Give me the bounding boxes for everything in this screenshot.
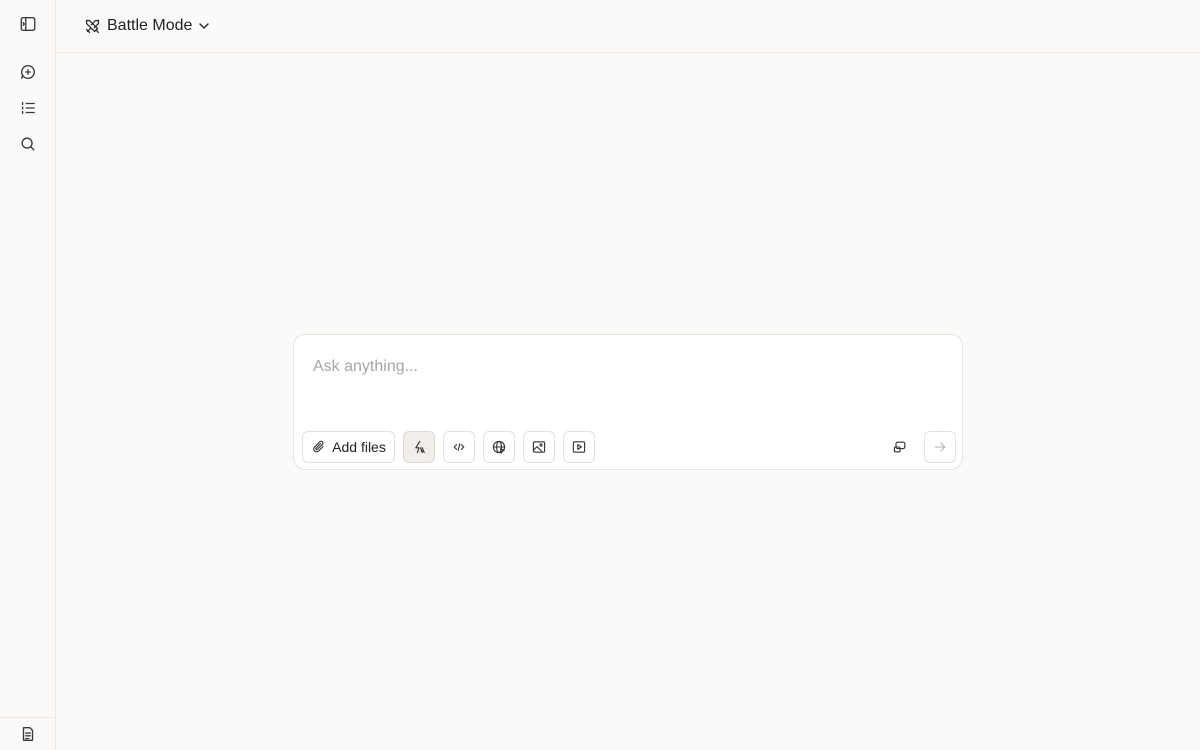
top-header: Battle Mode xyxy=(56,0,1200,53)
sidebar-divider xyxy=(0,717,55,718)
video-button[interactable] xyxy=(563,431,595,463)
history-button[interactable] xyxy=(14,94,42,122)
prompt-composer: Add files xyxy=(293,334,963,470)
model-icon xyxy=(893,441,906,453)
sidebar xyxy=(0,0,56,750)
sidebar-toggle-icon xyxy=(20,17,36,31)
add-files-label: Add files xyxy=(332,439,386,455)
new-chat-button[interactable] xyxy=(14,58,42,86)
swords-icon xyxy=(85,19,100,33)
list-icon xyxy=(21,101,35,115)
bolt-icon xyxy=(415,440,425,454)
search-icon xyxy=(21,137,35,151)
toggle-sidebar-button[interactable] xyxy=(14,10,42,38)
chevron-down-icon xyxy=(199,23,210,29)
prompt-input[interactable] xyxy=(313,355,933,379)
image-button[interactable] xyxy=(523,431,555,463)
mode-label: Battle Mode xyxy=(107,17,193,34)
globe-icon xyxy=(492,440,506,454)
send-button[interactable] xyxy=(924,431,956,463)
docs-button[interactable] xyxy=(14,720,42,748)
image-icon xyxy=(532,441,546,453)
search-button[interactable] xyxy=(14,130,42,158)
video-icon xyxy=(572,441,586,453)
code-button[interactable] xyxy=(443,431,475,463)
auto-mode-button[interactable] xyxy=(403,431,435,463)
mode-selector[interactable]: Battle Mode xyxy=(84,14,210,38)
app-root: Battle Mode Add files xyxy=(0,0,1200,750)
new-chat-icon xyxy=(21,65,35,79)
model-select-button[interactable] xyxy=(884,431,916,463)
web-search-button[interactable] xyxy=(483,431,515,463)
code-icon xyxy=(453,443,465,451)
paperclip-icon xyxy=(313,440,324,453)
add-files-button[interactable]: Add files xyxy=(302,431,395,463)
arrow-right-icon xyxy=(934,442,946,452)
document-icon xyxy=(22,727,34,741)
